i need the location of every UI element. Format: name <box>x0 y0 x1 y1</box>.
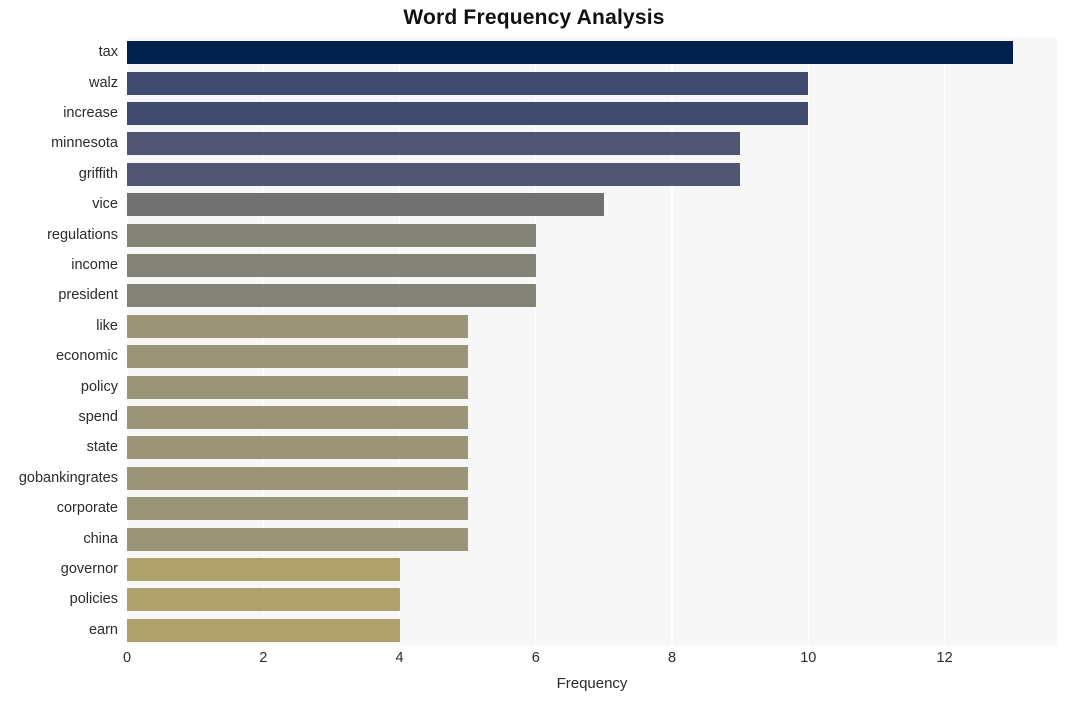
gridline-x-10 <box>807 37 809 645</box>
x-tick-label-2: 2 <box>259 650 268 666</box>
y-tick-label-walz: walz <box>88 74 118 91</box>
gridline-x-4 <box>398 37 401 645</box>
y-tick-label-minnesota: minnesota <box>51 135 118 152</box>
y-tick-label-vice: vice <box>92 196 118 213</box>
x-axis-tick-labels: 0 2 4 6 8 10 12 <box>0 650 1068 672</box>
x-tick-label-0: 0 <box>122 650 132 666</box>
gridline-x-2 <box>262 37 264 645</box>
x-tick-label-6: 6 <box>531 650 540 666</box>
bar-gobankingrates <box>127 466 468 490</box>
x-tick-label-10: 10 <box>800 650 817 666</box>
y-tick-label-griffith: griffith <box>78 165 118 182</box>
y-tick-label-income: income <box>71 257 118 273</box>
x-tick-label-4: 4 <box>395 650 404 666</box>
bar-china <box>127 527 468 551</box>
gridline-x-0 <box>127 37 128 645</box>
y-tick-label-increase: increase <box>63 105 118 121</box>
y-tick-label-economic: economic <box>55 348 118 365</box>
bar-policy <box>127 375 468 399</box>
y-axis-tick-labels: tax walz increase minnesota griffith vice regu… <box>0 37 118 645</box>
bar-economic <box>127 345 468 369</box>
word-frequency-chart-figure: Word Frequency Analysis tax walz increase m… <box>0 0 1068 701</box>
plot-area <box>127 37 1057 645</box>
bar-governor <box>127 558 400 581</box>
bar-corporate <box>127 497 468 521</box>
y-tick-label-gobankingrates: gobankingrates <box>18 469 118 486</box>
y-tick-label-governor: governor <box>60 561 118 577</box>
bar-increase <box>127 102 809 125</box>
bar-income <box>127 254 536 277</box>
y-tick-label-earn: earn <box>88 621 118 638</box>
bar-earn <box>127 618 400 642</box>
bar-like <box>127 314 468 338</box>
bar-regulations <box>127 223 536 247</box>
y-tick-label-policy: policy <box>80 378 118 395</box>
bar-spend <box>127 406 468 429</box>
gridline-x-12 <box>943 37 946 645</box>
bar-minnesota <box>127 132 741 156</box>
bar-policies <box>127 588 400 612</box>
y-tick-label-tax: tax <box>98 44 118 61</box>
chart-title: Word Frequency Analysis <box>403 6 665 29</box>
y-tick-label-state: state <box>86 439 118 456</box>
bar-state <box>127 436 468 460</box>
y-tick-label-like: like <box>96 317 118 334</box>
y-tick-label-spend: spend <box>78 409 118 425</box>
y-tick-label-president: president <box>58 287 118 304</box>
bar-walz <box>127 71 809 95</box>
bar-griffith <box>127 162 741 186</box>
gridline-x-8 <box>671 37 673 645</box>
x-tick-label-12: 12 <box>936 650 953 666</box>
x-axis-title: Frequency <box>556 675 628 692</box>
x-tick-label-8: 8 <box>668 650 677 666</box>
gridline-x-6 <box>535 37 537 645</box>
bar-president <box>127 284 536 308</box>
bar-vice <box>127 193 604 217</box>
y-tick-label-regulations: regulations <box>47 226 118 243</box>
bar-tax <box>127 41 1013 65</box>
y-tick-label-policies: policies <box>69 591 118 608</box>
y-tick-label-corporate: corporate <box>56 500 118 517</box>
y-tick-label-china: china <box>83 530 118 547</box>
